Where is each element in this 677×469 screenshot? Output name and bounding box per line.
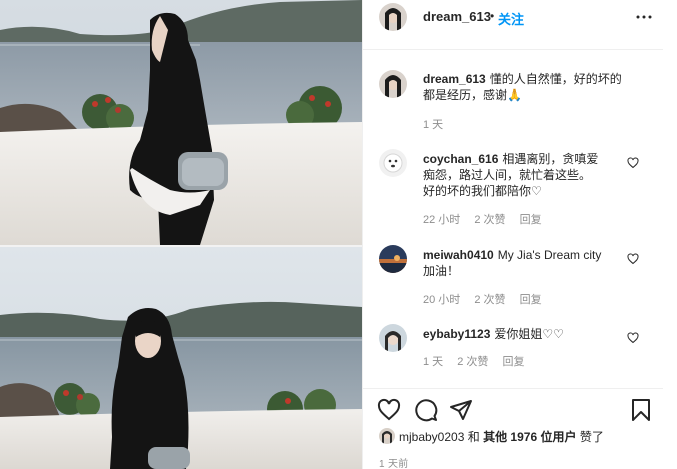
likes-and: 和 <box>467 430 480 444</box>
bookmark-icon[interactable] <box>629 398 653 422</box>
post-photo-1 <box>0 0 362 245</box>
comment-time[interactable]: 22 小时 <box>423 214 460 226</box>
post-timestamp[interactable]: 1 天前 <box>379 455 409 469</box>
author-avatar[interactable] <box>379 3 407 31</box>
comment-line: 痴怨，路过人间，就忙着这些。 <box>423 168 592 182</box>
more-horizontal-icon[interactable] <box>635 8 653 26</box>
comment-likes[interactable]: 2 次赞 <box>474 294 505 306</box>
comment-meta: 1 天 <box>423 116 454 132</box>
comment-line: 都是经历，感谢🙏 <box>423 88 522 102</box>
comment-meta: 20 小时 2 次赞 回复 <box>423 291 553 307</box>
comment-username[interactable]: dream_613 <box>423 72 486 86</box>
post-actions <box>363 388 663 428</box>
comment-line: 爱你姐姐♡♡ <box>494 327 564 341</box>
comment-text: meiwah0410 My Jia's Dream city 加油！ <box>423 247 601 279</box>
post-photo-2 <box>0 247 362 469</box>
comment-time[interactable]: 1 天 <box>423 119 443 131</box>
share-icon[interactable] <box>449 398 473 422</box>
post-header: dream_613 • 关注 <box>363 0 663 50</box>
comment-username[interactable]: eybaby1123 <box>423 327 490 341</box>
comment-time[interactable]: 1 天 <box>423 356 443 368</box>
comment-meta: 1 天 2 次赞 回复 <box>423 353 536 369</box>
commenter-avatar[interactable] <box>379 245 407 273</box>
post-photos <box>0 0 362 469</box>
separator-dot: • <box>490 9 495 23</box>
author-username[interactable]: dream_613 <box>423 9 491 24</box>
liker-avatar[interactable] <box>379 428 395 444</box>
comment-text: dream_613 懂的人自然懂，好的坏的 都是经历，感谢🙏 <box>423 71 622 103</box>
reply-button[interactable]: 回复 <box>520 294 542 306</box>
commenter-avatar[interactable] <box>379 324 407 352</box>
comment-line: My Jia's Dream city <box>497 248 602 262</box>
comment-likes[interactable]: 2 次赞 <box>457 356 488 368</box>
comment-line: 相遇离别，贪嗔爱 <box>502 152 599 166</box>
comment-username[interactable]: meiwah0410 <box>423 248 494 262</box>
comment-line: 好的坏的我们都陪你♡ <box>423 184 542 198</box>
comment-time[interactable]: 20 小时 <box>423 294 460 306</box>
comment-text: eybaby1123 爱你姐姐♡♡ <box>423 326 564 342</box>
likes-others[interactable]: 其他 1976 位用户 <box>483 430 576 444</box>
comment-text: coychan_616 相遇离别，贪嗔爱 痴怨，路过人间，就忙着这些。 好的坏的我… <box>423 151 598 199</box>
comment-line: 加油！ <box>423 264 460 278</box>
comment-heart-icon[interactable] <box>627 253 639 265</box>
heart-icon[interactable] <box>377 398 401 422</box>
reply-button[interactable]: 回复 <box>503 356 525 368</box>
comment-heart-icon[interactable] <box>627 157 639 169</box>
reply-button[interactable]: 回复 <box>520 214 542 226</box>
liker-username[interactable]: mjbaby0203 <box>399 430 464 444</box>
commenter-avatar[interactable] <box>379 149 407 177</box>
comment-heart-icon[interactable] <box>627 332 639 344</box>
commenter-avatar[interactable] <box>379 70 407 98</box>
comment-username[interactable]: coychan_616 <box>423 152 498 166</box>
post-detail-panel: dream_613 • 关注 dream_613 懂的人自然懂，好的坏的 都是经历… <box>362 0 677 469</box>
likes-summary: mjbaby0203 和 其他 1976 位用户 赞了 <box>379 428 604 445</box>
comment-meta: 22 小时 2 次赞 回复 <box>423 211 553 227</box>
follow-button[interactable]: 关注 <box>498 9 524 28</box>
comment-icon[interactable] <box>414 398 438 422</box>
comment-line: 懂的人自然懂，好的坏的 <box>489 72 622 86</box>
likes-suffix: 赞了 <box>579 430 604 444</box>
comment-likes[interactable]: 2 次赞 <box>474 214 505 226</box>
